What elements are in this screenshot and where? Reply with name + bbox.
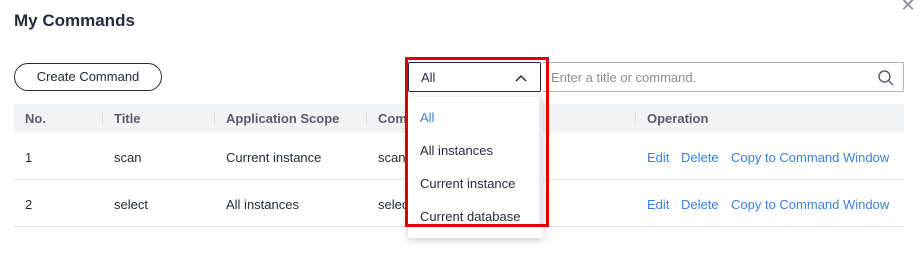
dropdown-scrollbar[interactable] bbox=[539, 97, 543, 227]
cell-command: selec bbox=[378, 197, 409, 212]
search-icon[interactable] bbox=[877, 69, 895, 87]
search-box bbox=[543, 62, 904, 92]
column-divider bbox=[102, 111, 103, 126]
edit-link[interactable]: Edit bbox=[647, 197, 669, 212]
create-command-button[interactable]: Create Command bbox=[14, 63, 162, 91]
copy-to-command-window-link[interactable]: Copy to Command Window bbox=[731, 197, 889, 212]
cell-title: select bbox=[114, 197, 148, 212]
header-scope: Application Scope bbox=[226, 111, 340, 126]
cell-no: 2 bbox=[25, 197, 33, 212]
column-divider bbox=[635, 111, 636, 126]
dropdown-option-all-instances[interactable]: All instances bbox=[420, 143, 493, 158]
header-title: Title bbox=[114, 111, 141, 126]
cell-scope: Current instance bbox=[226, 150, 322, 165]
header-operation: Operation bbox=[647, 111, 709, 126]
column-divider bbox=[366, 111, 367, 126]
cell-title: scan bbox=[114, 150, 142, 165]
chevron-up-icon bbox=[515, 74, 527, 82]
dropdown-option-all[interactable]: All bbox=[420, 110, 434, 125]
dialog-title: My Commands bbox=[14, 11, 135, 30]
edit-link[interactable]: Edit bbox=[647, 150, 669, 165]
cell-scope: All instances bbox=[226, 197, 299, 212]
search-input[interactable] bbox=[551, 68, 871, 86]
delete-link[interactable]: Delete bbox=[681, 150, 719, 165]
scope-filter-value: All bbox=[421, 70, 436, 85]
header-no: No. bbox=[25, 111, 46, 126]
scope-filter-select[interactable]: All bbox=[408, 62, 541, 92]
header-command: Com bbox=[378, 111, 407, 126]
column-divider bbox=[214, 111, 215, 126]
dropdown-option-current-instance[interactable]: Current instance bbox=[420, 176, 515, 191]
cell-no: 1 bbox=[25, 150, 33, 165]
dropdown-option-current-database[interactable]: Current database bbox=[420, 209, 520, 224]
delete-link[interactable]: Delete bbox=[681, 197, 719, 212]
close-icon[interactable]: ✕ bbox=[898, 0, 918, 15]
copy-to-command-window-link[interactable]: Copy to Command Window bbox=[731, 150, 889, 165]
cell-command: scan bbox=[378, 150, 406, 165]
scope-dropdown-menu: All All instances Current instance Curre… bbox=[408, 97, 543, 238]
